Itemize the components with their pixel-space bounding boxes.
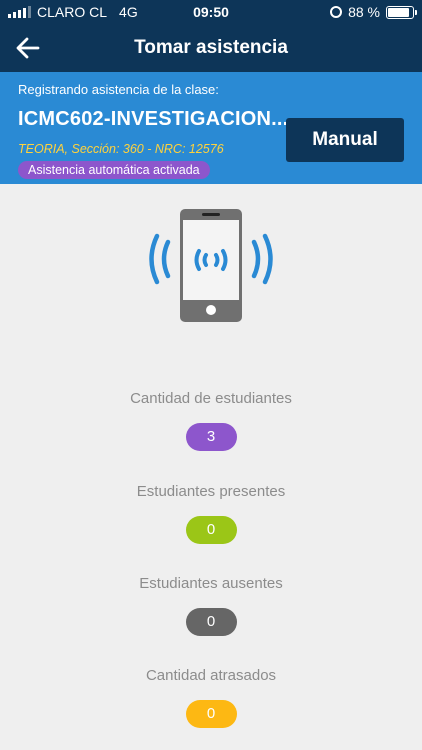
stat-label: Cantidad de estudiantes — [130, 390, 292, 407]
stat-value-badge: 0 — [185, 700, 237, 728]
registering-label: Registrando asistencia de la clase: — [18, 82, 219, 97]
stat-label: Estudiantes ausentes — [139, 575, 283, 592]
phone-broadcast-icon — [149, 209, 273, 322]
status-bar: CLARO CL 4G 09:50 88 % — [0, 0, 422, 24]
stat-total-students: Cantidad de estudiantes 3 — [0, 390, 422, 451]
stat-late-students: Cantidad atrasados 0 — [0, 667, 422, 728]
manual-button[interactable]: Manual — [286, 118, 404, 162]
class-code: ICMC602-INVESTIGACION... — [18, 108, 289, 130]
stat-value-badge: 3 — [185, 423, 237, 451]
class-info-panel: Registrando asistencia de la clase: ICMC… — [0, 72, 422, 184]
stat-label: Cantidad atrasados — [145, 667, 277, 684]
auto-attendance-badge: Asistencia automática activada — [18, 161, 210, 179]
class-section-info: TEORIA, Sección: 360 - NRC: 12576 — [18, 142, 224, 156]
page-title: Tomar asistencia — [134, 37, 288, 58]
stat-value-badge: 0 — [185, 516, 237, 544]
alarm-icon — [330, 6, 343, 18]
stat-present-students: Estudiantes presentes 0 — [0, 483, 422, 544]
stat-absent-students: Estudiantes ausentes 0 — [0, 575, 422, 636]
stat-label: Estudiantes presentes — [136, 483, 286, 500]
stat-value-badge: 0 — [185, 608, 237, 636]
app-bar: Tomar asistencia — [0, 24, 422, 72]
battery-percent: 88 % — [348, 4, 380, 20]
battery-icon — [386, 5, 417, 19]
status-right: 88 % — [330, 4, 417, 20]
